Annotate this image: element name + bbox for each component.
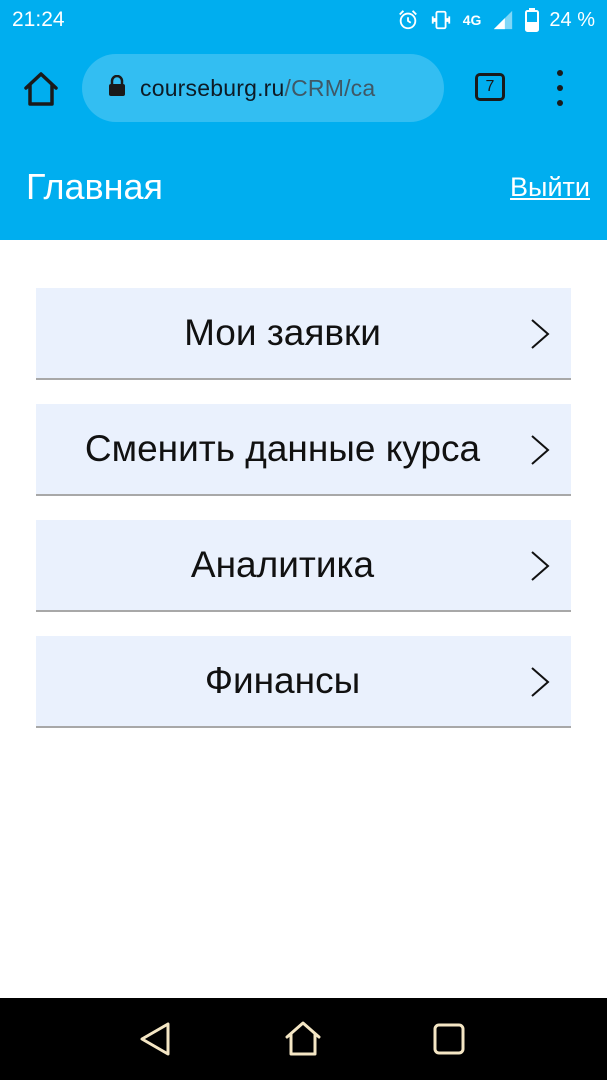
battery-icon bbox=[525, 8, 540, 32]
browser-home-button[interactable] bbox=[20, 68, 62, 110]
chevron-right-icon bbox=[531, 667, 550, 697]
navigation-bar bbox=[0, 998, 607, 1080]
signal-icon bbox=[491, 9, 515, 31]
menu-item-analytics[interactable]: Аналитика bbox=[36, 520, 571, 612]
home-icon bbox=[24, 72, 58, 106]
status-bar: 21:24 4G 24 % bbox=[0, 0, 607, 40]
chevron-right-icon bbox=[531, 551, 550, 581]
menu-item-label: Аналитика bbox=[190, 544, 375, 585]
lock-icon bbox=[108, 74, 126, 102]
menu-item-label: Финансы bbox=[204, 660, 361, 701]
chevron-right-icon bbox=[531, 319, 550, 349]
menu-item-change-course-data[interactable]: Сменить данные курса bbox=[36, 404, 571, 496]
nav-recents-button[interactable] bbox=[426, 1016, 472, 1062]
menu-item-label: Мои заявки bbox=[184, 312, 381, 353]
tabs-button[interactable]: 7 bbox=[475, 73, 505, 101]
menu-item-label: Сменить данные курса bbox=[84, 428, 481, 469]
home-icon bbox=[285, 1021, 321, 1056]
status-icons: 4G 24 % bbox=[397, 8, 595, 32]
vibrate-icon bbox=[429, 9, 453, 31]
nav-back-button[interactable] bbox=[134, 1016, 180, 1062]
url-text: courseburg.ru/CRM/ca bbox=[140, 75, 375, 102]
more-vert-icon[interactable] bbox=[550, 70, 570, 106]
browser-toolbar: courseburg.ru/CRM/ca 7 bbox=[0, 40, 607, 136]
url-path: /CRM/ca bbox=[284, 74, 376, 101]
url-bar[interactable]: courseburg.ru/CRM/ca bbox=[82, 54, 444, 122]
chevron-right-icon bbox=[531, 435, 550, 465]
back-icon bbox=[140, 1022, 170, 1056]
status-time: 21:24 bbox=[12, 8, 65, 31]
battery-level: 24 % bbox=[549, 8, 595, 31]
network-type: 4G bbox=[462, 12, 482, 28]
recents-icon bbox=[433, 1023, 465, 1055]
logout-link[interactable]: Выйти bbox=[510, 172, 590, 203]
menu-item-finances[interactable]: Финансы bbox=[36, 636, 571, 728]
tabs-count: 7 bbox=[485, 78, 495, 95]
screen: 21:24 4G 24 % courseburg.ru/CRM/ca 7 Гла… bbox=[0, 0, 607, 1080]
main-menu: Мои заявки Сменить данные курса Аналитик… bbox=[36, 288, 571, 752]
nav-home-button[interactable] bbox=[280, 1016, 326, 1062]
app-header: Главная Выйти bbox=[0, 136, 607, 240]
url-domain: courseburg.ru bbox=[140, 74, 285, 101]
menu-item-my-requests[interactable]: Мои заявки bbox=[36, 288, 571, 380]
alarm-icon bbox=[397, 9, 419, 31]
page-title: Главная bbox=[26, 166, 164, 207]
